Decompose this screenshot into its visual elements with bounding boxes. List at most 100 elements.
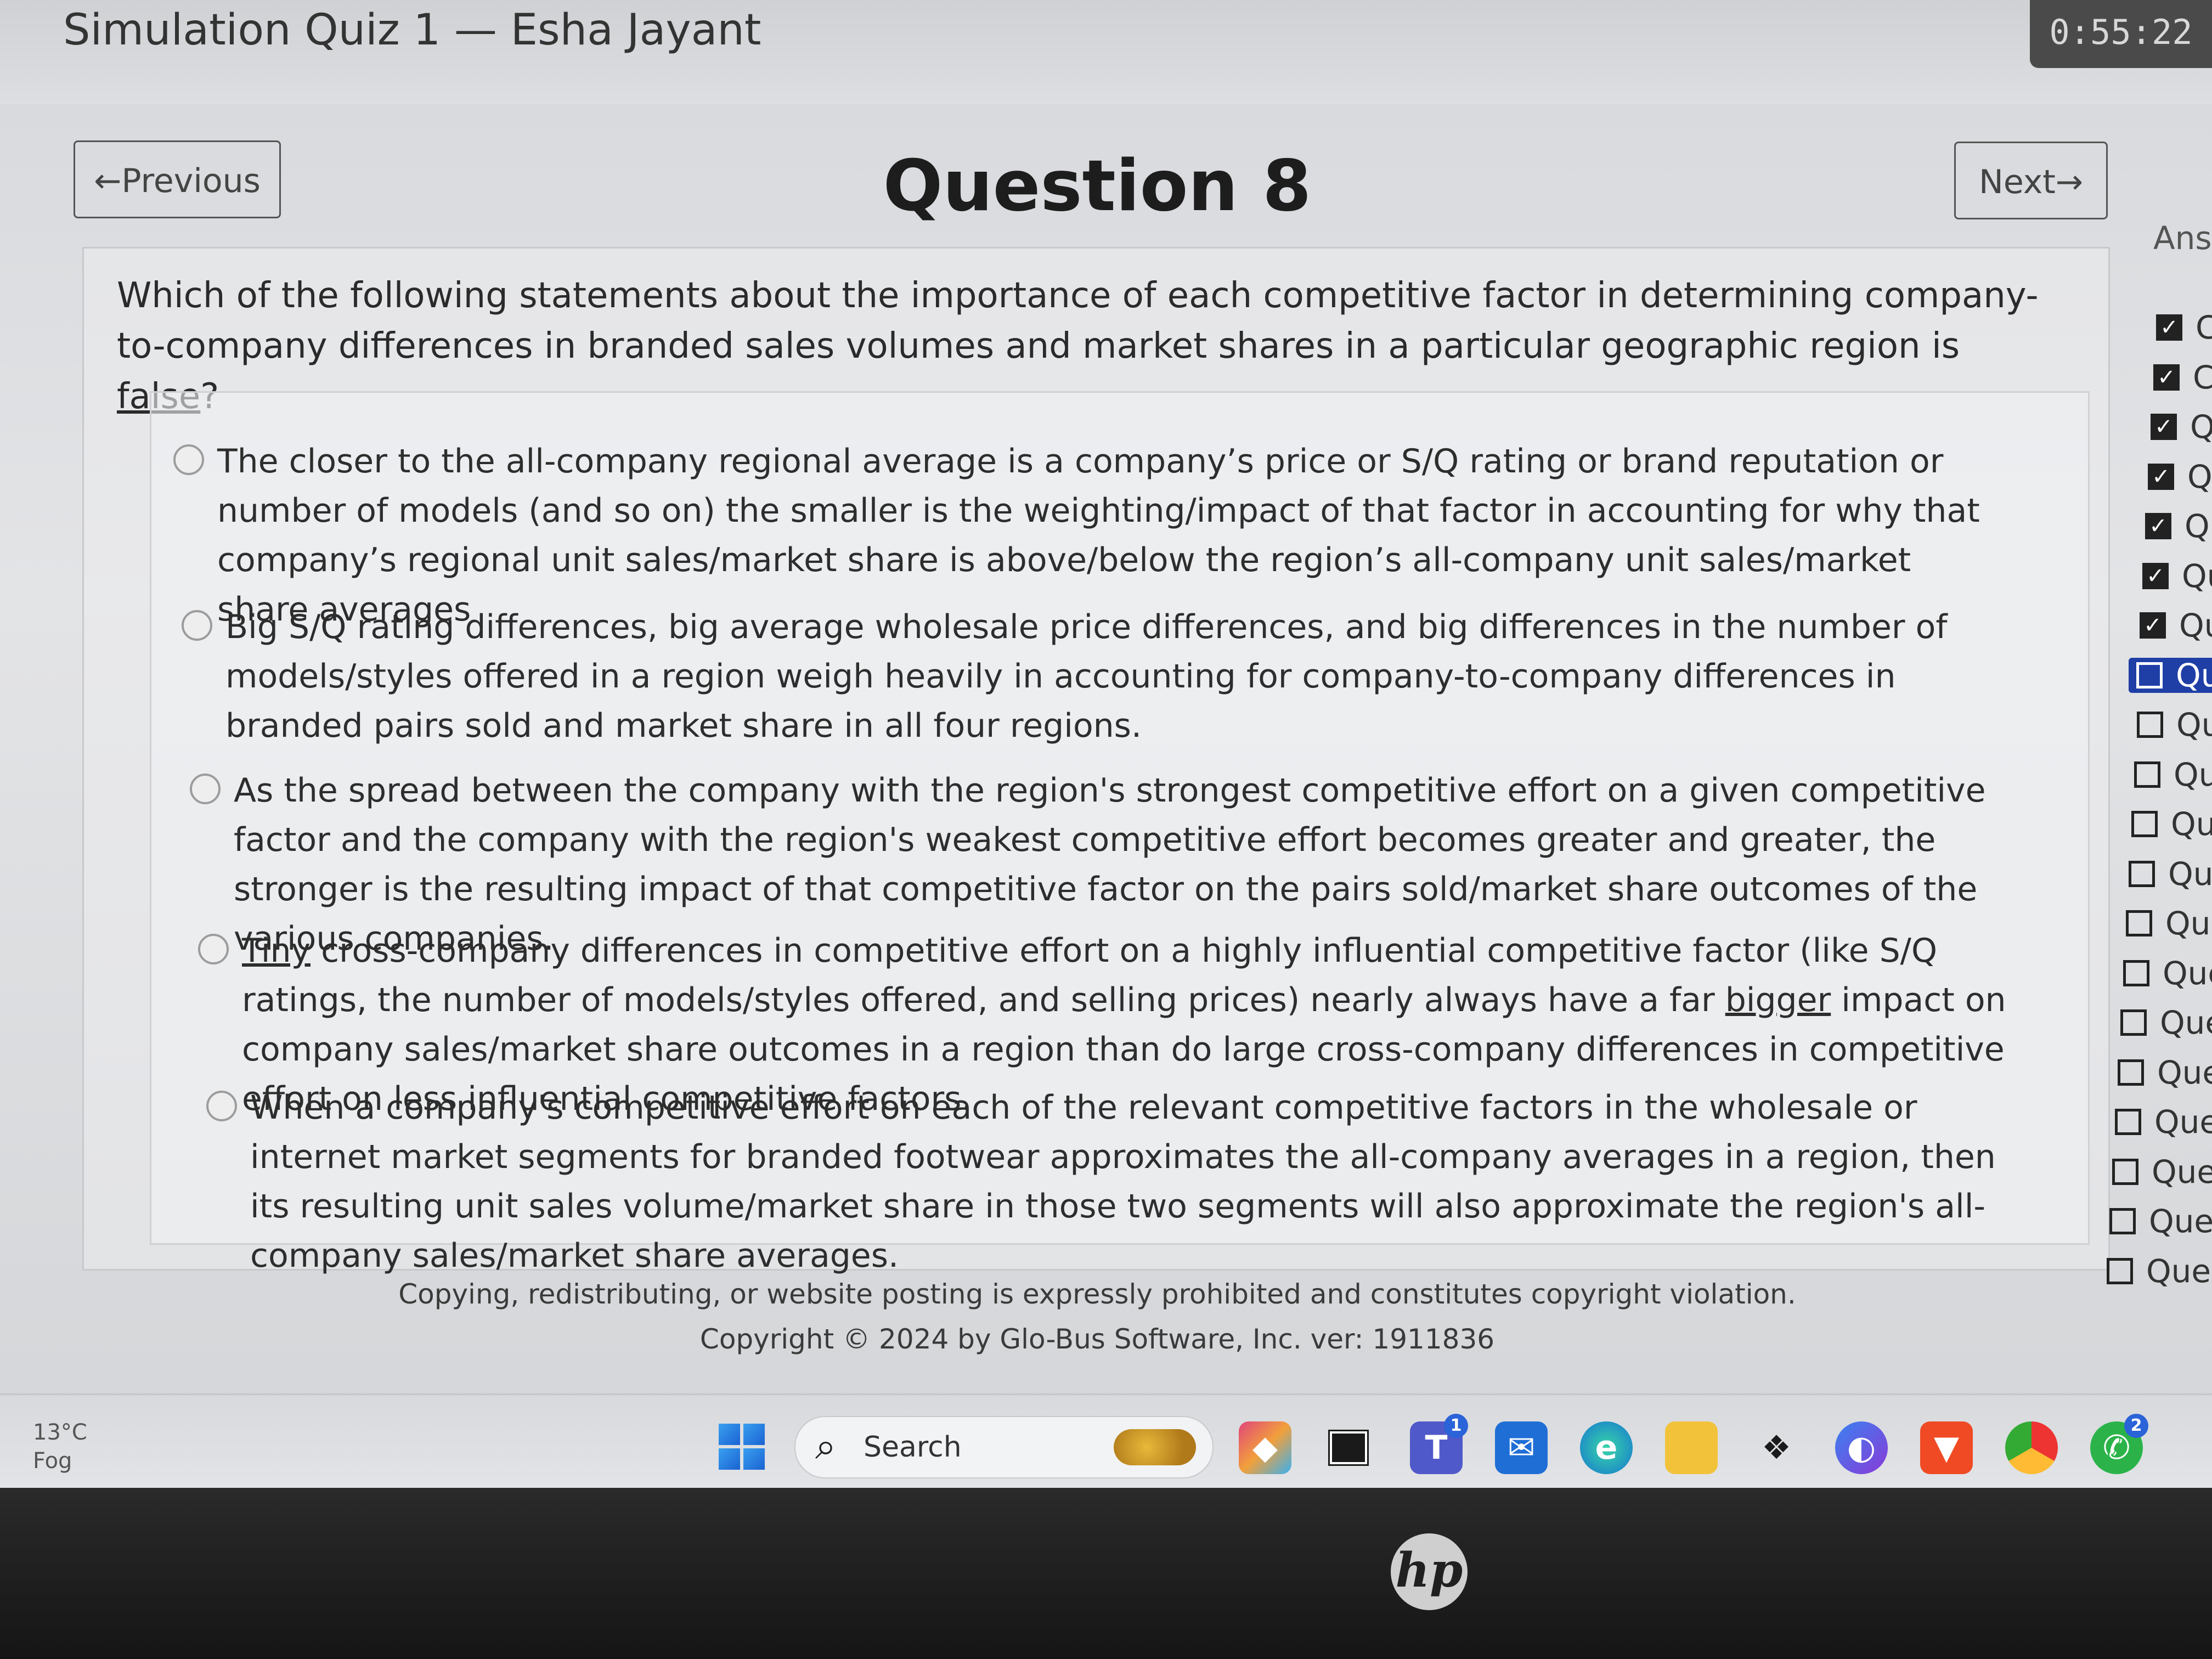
checkbox-empty-icon: [2120, 1009, 2147, 1036]
sidebar-item-label: Q: [2190, 408, 2212, 445]
sidebar-question-item[interactable]: ✓ Qu: [2142, 557, 2212, 595]
checkbox-checked-icon: ✓: [2153, 364, 2180, 391]
title-bar: Simulation Quiz 1 — Esha Jayant 0:55:22: [0, 0, 2212, 104]
weather-desc: Fog: [33, 1448, 72, 1474]
copyright-text: Copyright © 2024 by Glo-Bus Software, In…: [699, 1323, 1495, 1355]
sidebar-question-item[interactable]: Que: [2131, 805, 2212, 843]
copy-notice: Copying, redistributing, or website post…: [398, 1278, 1796, 1310]
sidebar-question-item[interactable]: Qu: [2134, 756, 2212, 793]
sidebar-item-label: Que: [2168, 855, 2212, 893]
chrome-icon[interactable]: [2005, 1421, 2058, 1474]
sidebar-item-label: C: [2193, 358, 2212, 396]
radio-button[interactable]: [206, 1091, 237, 1121]
checkbox-empty-icon: [2129, 860, 2155, 887]
radio-button[interactable]: [182, 610, 212, 641]
sidebar-question-item[interactable]: Qu: [2129, 657, 2212, 694]
checkbox-empty-icon: [2107, 1257, 2133, 1284]
sidebar-item-label: Que: [2165, 905, 2212, 942]
search-label: Search: [864, 1431, 962, 1464]
taskbar: 13°C Fog ⌕ Search ◆ T1 ✉ e ❖ ◐ ▼ ✆ 2: [0, 1393, 2212, 1488]
weather-widget[interactable]: 13°C Fog: [33, 1418, 87, 1475]
sidebar-item-label: Que: [2163, 954, 2212, 992]
teams-icon[interactable]: T1: [1410, 1414, 1468, 1474]
hp-logo: hp: [1391, 1533, 1468, 1610]
sidebar-item-label: Qu: [2176, 706, 2212, 743]
edge-icon[interactable]: e: [1580, 1421, 1633, 1474]
task-view-icon[interactable]: [1322, 1421, 1375, 1474]
sidebar-question-item[interactable]: Quest: [2107, 1252, 2212, 1290]
previous-button[interactable]: ←Previous: [74, 140, 281, 218]
checkbox-checked-icon: ✓: [2142, 562, 2169, 589]
sidebar-item-label: Qu: [2182, 557, 2212, 595]
sidebar-question-item[interactable]: ✓ C: [2156, 309, 2212, 346]
answered-sidebar-label: Ans: [2153, 219, 2212, 257]
answer-options: The closer to the all-company regional a…: [150, 391, 2090, 1275]
sidebar-question-item[interactable]: Que: [2123, 954, 2212, 992]
answer-option-text: When a company's competitive effort on e…: [250, 1088, 1996, 1275]
weather-temp: 13°C: [33, 1420, 87, 1445]
question-heading: Question 8: [883, 145, 1312, 227]
mail-icon[interactable]: ✉: [1495, 1421, 1548, 1474]
sidebar-question-item[interactable]: Ques: [2115, 1103, 2212, 1141]
sidebar-question-item[interactable]: ✓ Qu: [2140, 607, 2212, 644]
radio-button[interactable]: [190, 774, 221, 804]
next-button[interactable]: Next→: [1954, 142, 2108, 219]
sidebar-question-item[interactable]: Que: [2126, 905, 2212, 942]
sidebar-question-item[interactable]: Ques: [2118, 1053, 2212, 1091]
sidebar-item-label: Qu: [2179, 607, 2212, 644]
copilot-icon[interactable]: ◆: [1239, 1421, 1291, 1474]
laptop-bezel: [0, 1488, 2212, 1659]
sidebar-question-item[interactable]: ✓ C: [2153, 358, 2212, 396]
checkbox-empty-icon: [2126, 910, 2152, 936]
sidebar-item-label: Ques: [2149, 1203, 2212, 1240]
dropbox-icon[interactable]: ❖: [1750, 1421, 1803, 1474]
sidebar-item-label: Que: [2171, 805, 2212, 843]
sidebar-item-label: Ques: [2154, 1103, 2212, 1141]
screen: Simulation Quiz 1 — Esha Jayant 0:55:22 …: [0, 0, 2212, 1488]
checkbox-empty-icon: [2118, 1059, 2144, 1086]
sidebar-item-label: Quest: [2146, 1252, 2212, 1290]
app-icon[interactable]: ◐: [1835, 1421, 1888, 1474]
checkbox-empty-icon: [2112, 1158, 2138, 1185]
sidebar-question-item[interactable]: Que: [2120, 1004, 2212, 1041]
whatsapp-icon[interactable]: ✆ 2: [2090, 1414, 2148, 1474]
file-explorer-icon[interactable]: [1665, 1421, 1718, 1474]
sidebar-question-item[interactable]: ✓ Q: [2145, 507, 2210, 545]
checkbox-empty-icon: [2136, 662, 2163, 689]
checkbox-checked-icon: ✓: [2145, 513, 2171, 539]
sidebar-item-label: Ques: [2152, 1153, 2212, 1190]
checkbox-empty-icon: [2131, 811, 2158, 837]
taskbar-search[interactable]: ⌕ Search: [794, 1416, 1214, 1479]
question-text-before: Which of the following statements about …: [117, 275, 2039, 366]
search-highlight-icon: [1114, 1429, 1196, 1465]
checkbox-checked-icon: ✓: [2151, 414, 2177, 440]
sidebar-item-label: Q: [2185, 507, 2210, 545]
emphasis-bigger: bigger: [1725, 981, 1831, 1019]
sidebar-question-item[interactable]: Qu: [2137, 706, 2212, 743]
checkbox-empty-icon: [2137, 712, 2163, 738]
brave-icon[interactable]: ▼: [1920, 1421, 1973, 1474]
sidebar-question-item[interactable]: Que: [2129, 855, 2212, 893]
quiz-title: Simulation Quiz 1 — Esha Jayant: [63, 5, 761, 55]
checkbox-checked-icon: ✓: [2148, 463, 2174, 490]
sidebar-item-label: Ques: [2157, 1053, 2212, 1091]
countdown-timer: 0:55:22: [2030, 0, 2212, 68]
radio-button[interactable]: [198, 934, 229, 964]
sidebar-question-item[interactable]: Ques: [2112, 1153, 2212, 1190]
search-icon: ⌕: [815, 1425, 837, 1468]
option-text-part: cross-company differences in competitive…: [242, 932, 1938, 1019]
whatsapp-badge: 2: [2124, 1414, 2148, 1438]
question-panel: Which of the following statements about …: [82, 247, 2110, 1275]
sidebar-question-item[interactable]: Ques: [2109, 1203, 2212, 1240]
sidebar-question-item[interactable]: ✓ Q: [2148, 458, 2212, 495]
checkbox-empty-icon: [2123, 960, 2149, 986]
windows-start-icon[interactable]: [719, 1424, 765, 1470]
sidebar-question-item[interactable]: ✓ Q: [2151, 408, 2212, 445]
emphasis-tiny: Tiny: [242, 932, 311, 970]
radio-button[interactable]: [173, 444, 204, 475]
checkbox-checked-icon: ✓: [2140, 612, 2166, 639]
answer-option-text: Big S/Q rating differences, big average …: [225, 608, 1948, 745]
checkbox-empty-icon: [2115, 1109, 2141, 1135]
sidebar-item-label: Q: [2187, 458, 2212, 495]
sidebar-item-label: C: [2196, 309, 2212, 346]
